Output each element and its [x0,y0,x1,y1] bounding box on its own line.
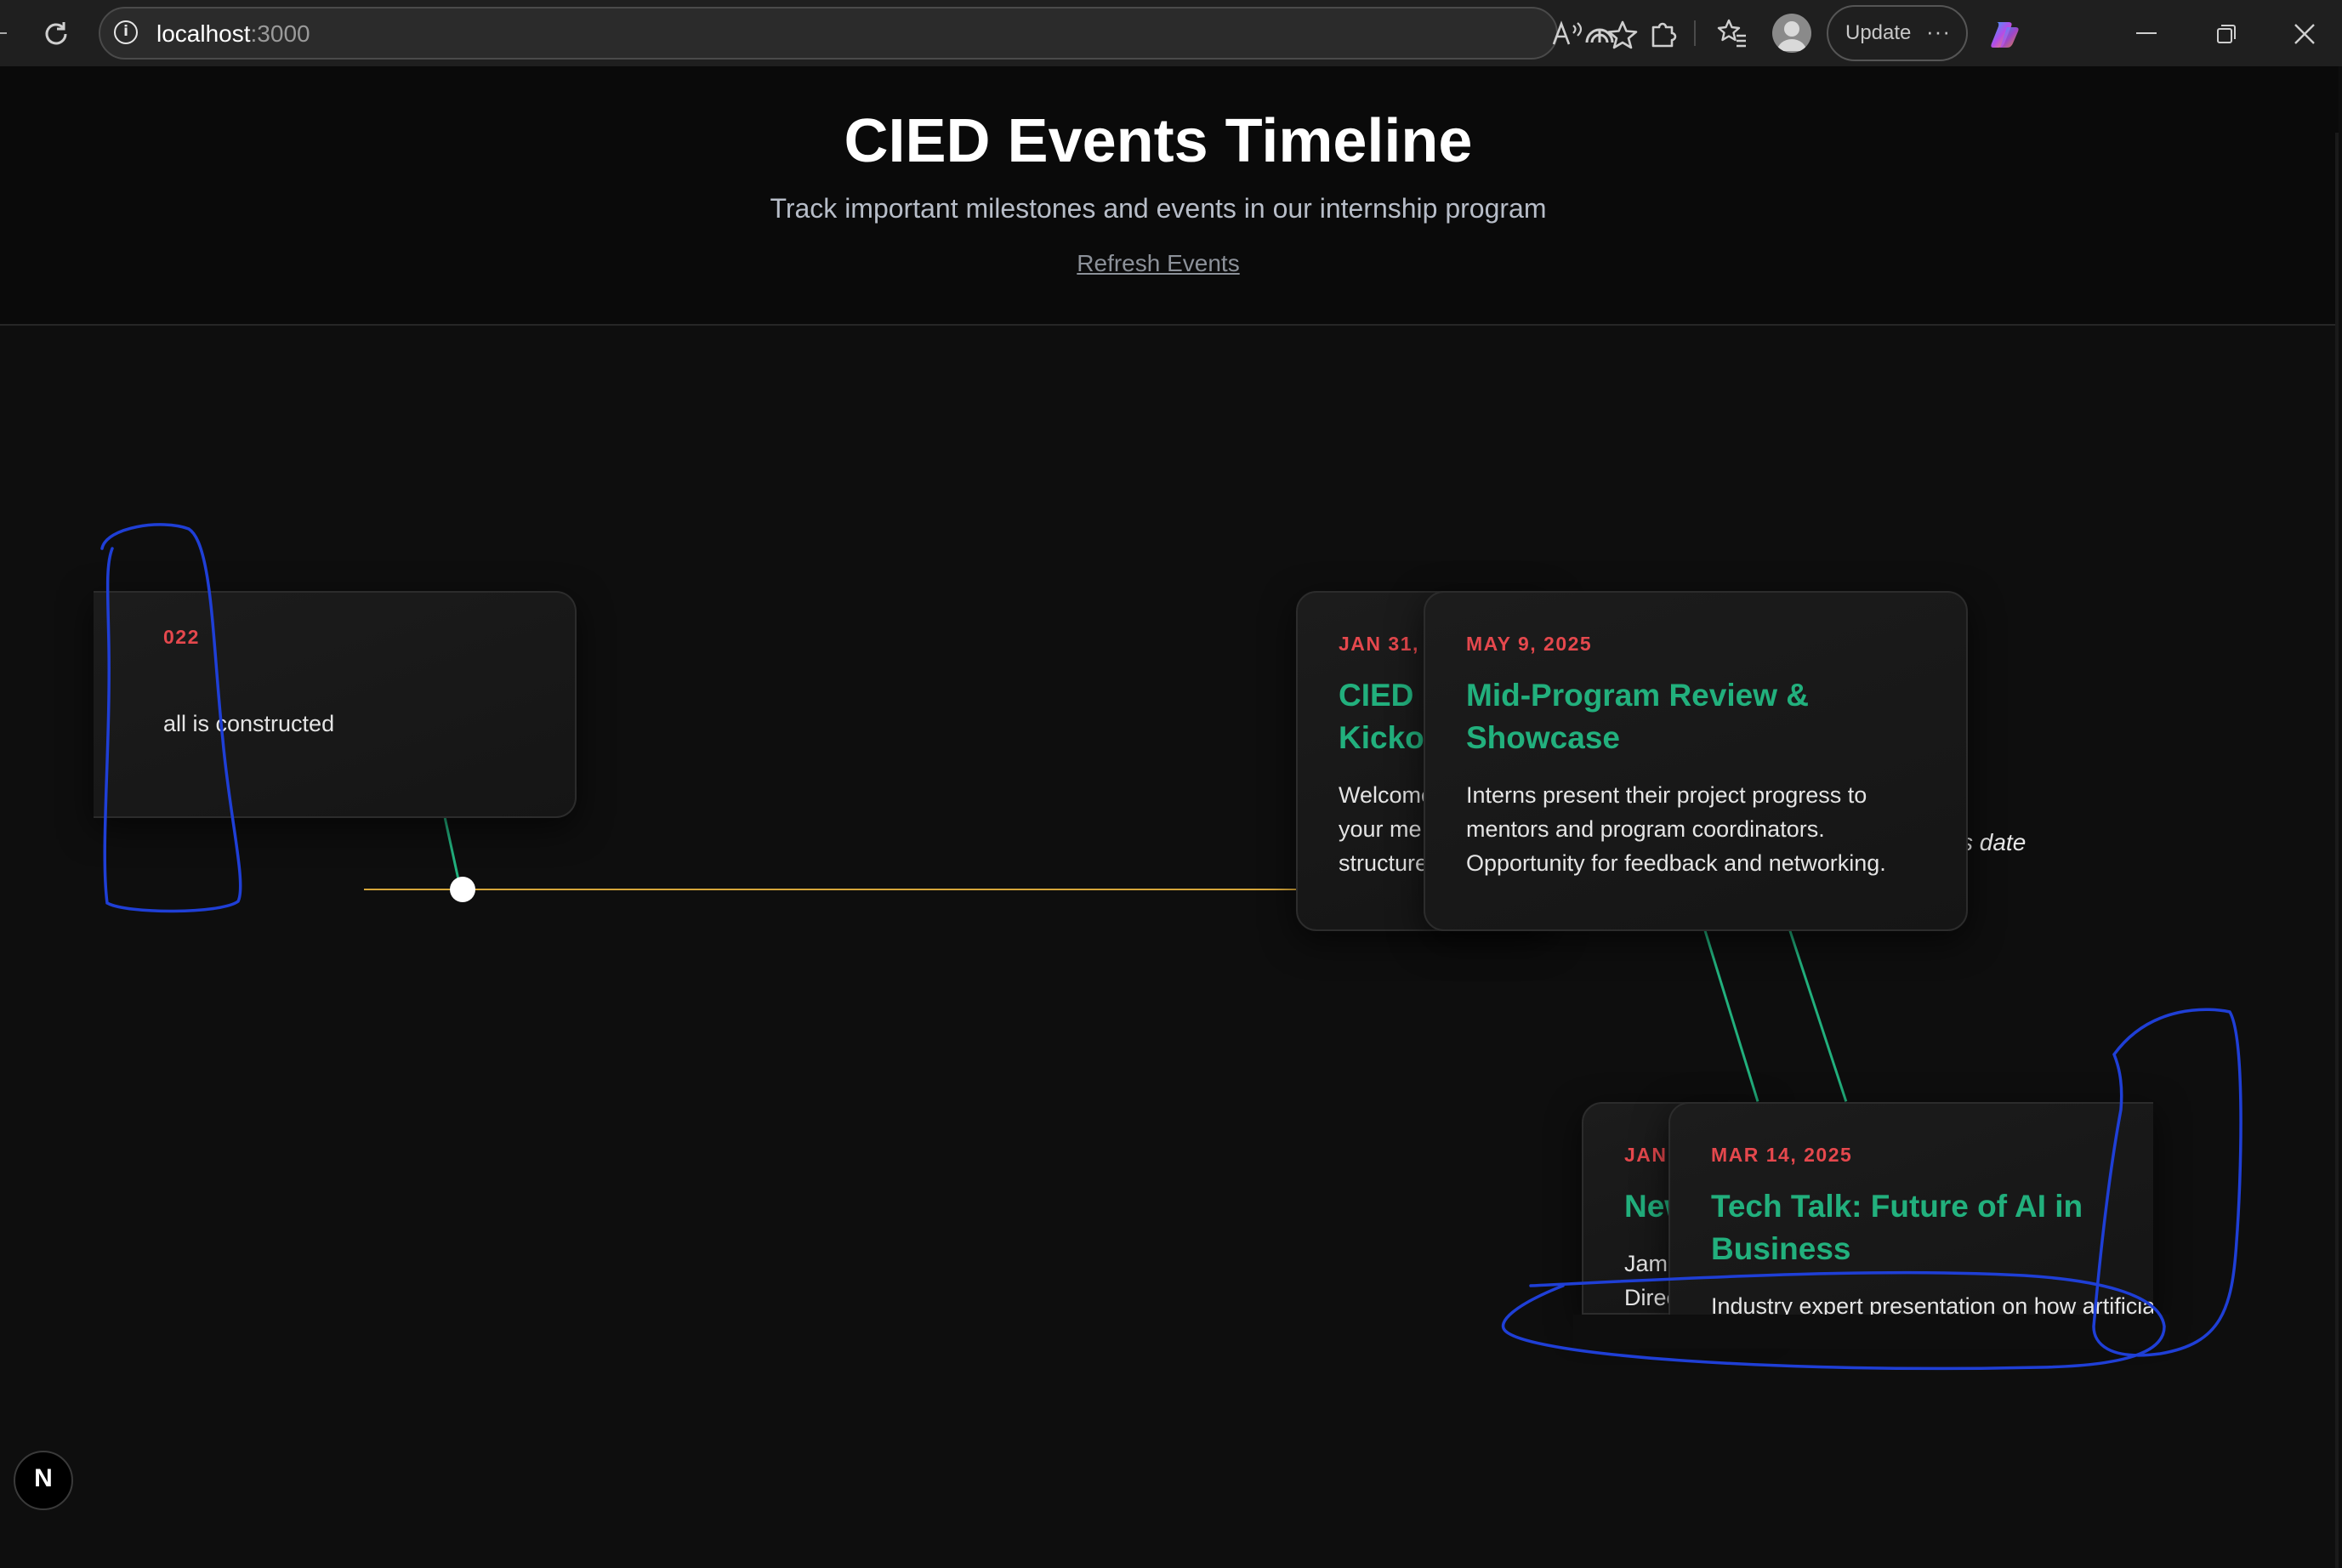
profile-avatar[interactable] [1772,14,1811,53]
event-card-left[interactable]: 022 all is constructed [94,591,577,818]
copilot-icon[interactable] [1988,17,2024,53]
event-card-mar14[interactable]: MAR 14, 2025 Tech Talk: Future of AI in … [1668,1102,2153,1315]
site-info-icon[interactable]: i [114,20,138,44]
timeline-axis [364,889,1299,890]
read-aloud-icon[interactable] [1551,20,1585,48]
event-date: MAY 9, 2025 [1466,633,1593,655]
restore-button[interactable] [2216,24,2237,44]
browser-toolbar: i localhost:3000 Update ··· [0,0,2342,66]
page-title: CIED Events Timeline [844,107,1473,175]
event-date: 022 [163,626,200,648]
url-host: localhost [156,20,251,47]
address-bar[interactable]: i localhost:3000 [99,7,1638,60]
event-card-may9[interactable]: MAY 9, 2025 Mid-Program Review & Showcas… [1424,591,1968,931]
page-subtitle: Track important milestones and events in… [770,193,1547,224]
timeline-marker[interactable] [450,877,475,902]
extensions-icon[interactable] [1646,17,1679,49]
close-button[interactable] [2293,22,2316,46]
minimize-button[interactable] [2136,32,2157,34]
toolbar-separator [1694,20,1696,46]
refresh-events-link: Refresh Events [0,250,2316,277]
event-title: Mid-Program Review & Showcase [1466,678,1809,755]
more-options-icon[interactable]: ··· [1926,19,1951,45]
page-header: CIED Events Timeline Track important mil… [0,66,2339,326]
card-clip-region [1573,1315,2169,1349]
url-port: :3000 [250,20,310,47]
reload-icon[interactable] [41,19,71,49]
update-label: Update [1845,21,1912,44]
update-button[interactable]: Update ··· [1827,5,1968,61]
partial-text: s date [1961,829,2027,855]
event-date: MAR 14, 2025 [1711,1144,1853,1166]
profile-person-icon [1777,21,1806,51]
event-description: Industry expert presentation on how arti… [1711,1293,2153,1315]
browser-essentials-icon[interactable] [1583,17,1616,49]
event-title: Tech Talk: Future of AI in Business [1711,1189,2083,1266]
refresh-events-button[interactable]: Refresh Events [1077,250,1239,276]
event-description: Interns present their project progress t… [1466,782,1886,876]
event-description: all is constructed [163,711,335,736]
favorites-icon[interactable] [1716,17,1748,49]
scrollbar-track[interactable] [2335,133,2339,1568]
back-button-edge[interactable] [0,32,7,34]
url-text[interactable]: localhost:3000 [156,20,310,48]
